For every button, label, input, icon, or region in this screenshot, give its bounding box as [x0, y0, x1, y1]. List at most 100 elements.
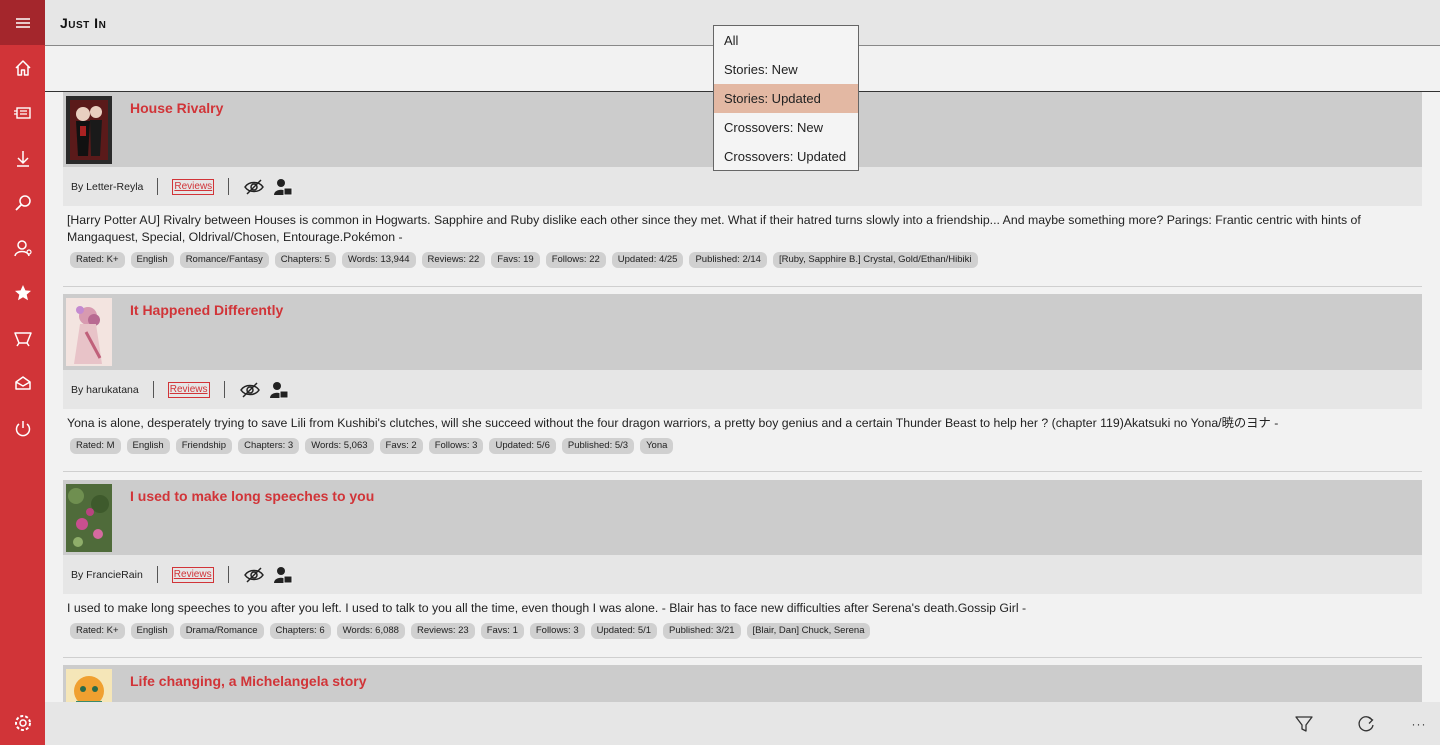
- tag-favs: Favs: 1: [480, 623, 524, 639]
- nav-shop[interactable]: [0, 315, 45, 360]
- basket-icon: [13, 331, 32, 346]
- news-icon: [13, 106, 31, 119]
- story-header: It Happened Differently: [63, 294, 1422, 370]
- download-icon: [16, 150, 29, 167]
- filter-icon: [1295, 716, 1313, 732]
- filter-option-stories-new[interactable]: Stories: New: [714, 55, 858, 84]
- divider: [156, 566, 158, 583]
- story-tags: Rated: M English Friendship Chapters: 3 …: [63, 432, 1422, 454]
- user-badge-icon: [273, 566, 293, 583]
- nav-settings[interactable]: [0, 700, 45, 745]
- tag-rating: Rated: M: [70, 438, 121, 454]
- eye-off-icon: [243, 566, 264, 583]
- story-cover-image[interactable]: [66, 96, 112, 164]
- settings-icon: [14, 714, 31, 731]
- story-divider: [63, 471, 1422, 472]
- hide-story-button[interactable]: [243, 564, 265, 586]
- story-title[interactable]: House Rivalry: [130, 100, 223, 116]
- tag-chapters: Chapters: 5: [274, 252, 336, 268]
- filter-dropdown[interactable]: All Stories: New Stories: Updated Crosso…: [713, 25, 859, 171]
- filter-option-crossovers-new[interactable]: Crossovers: New: [714, 113, 858, 142]
- tag-reviews: Reviews: 22: [421, 252, 486, 268]
- tag-characters: [Blair, Dan] Chuck, Serena: [746, 623, 871, 639]
- tag-favs: Favs: 19: [491, 252, 540, 268]
- filter-button[interactable]: [1292, 712, 1316, 736]
- tag-follows: Follows: 22: [545, 252, 606, 268]
- nav-inbox[interactable]: [0, 360, 45, 405]
- filter-option-all[interactable]: All: [714, 26, 858, 55]
- story-header: I used to make long speeches to you: [63, 480, 1422, 555]
- story-author[interactable]: By FrancieRain: [71, 569, 143, 581]
- inbox-icon: [14, 375, 31, 390]
- tag-characters: [Ruby, Sapphire B.] Crystal, Gold/Ethan/…: [772, 252, 978, 268]
- tag-updated: Updated: 5/1: [590, 623, 658, 639]
- tag-language: English: [130, 623, 174, 639]
- reviews-button[interactable]: Reviews: [172, 178, 215, 195]
- nav-search[interactable]: [0, 180, 45, 225]
- page-title: Just In: [60, 15, 107, 31]
- story-tags: Rated: K+ English Romance/Fantasy Chapte…: [63, 246, 1422, 268]
- search-icon: [14, 194, 31, 211]
- story-title[interactable]: It Happened Differently: [130, 302, 283, 318]
- story-author[interactable]: By Letter-Reyla: [71, 181, 143, 193]
- reviews-button[interactable]: Reviews: [171, 566, 214, 583]
- story-divider: [63, 657, 1422, 658]
- tag-rating: Rated: K+: [70, 623, 125, 639]
- nav-downloads[interactable]: [0, 135, 45, 180]
- nav-news[interactable]: [0, 90, 45, 135]
- tag-published: Published: 2/14: [689, 252, 767, 268]
- tag-words: Words: 6,088: [336, 623, 405, 639]
- story-meta-row: By Letter-Reyla Reviews: [63, 167, 1422, 206]
- story-title[interactable]: I used to make long speeches to you: [130, 488, 374, 504]
- tag-chapters: Chapters: 6: [269, 623, 331, 639]
- tag-language: English: [130, 252, 174, 268]
- tag-language: English: [126, 438, 170, 454]
- filter-option-crossovers-updated[interactable]: Crossovers: Updated: [714, 142, 858, 171]
- story-cover-image[interactable]: [66, 484, 112, 552]
- story-divider: [63, 286, 1422, 287]
- tag-updated: Updated: 4/25: [611, 252, 684, 268]
- menu-icon: [15, 17, 30, 28]
- tag-genre: Romance/Fantasy: [179, 252, 269, 268]
- app-window: Just In House Rivalry By Letter-Reyla Re…: [0, 0, 1440, 745]
- divider: [152, 381, 154, 398]
- power-icon: [15, 420, 30, 436]
- story-description: I used to make long speeches to you afte…: [67, 601, 1027, 615]
- more-button[interactable]: ···: [1407, 712, 1431, 736]
- story-meta-row: By harukatana Reviews: [63, 370, 1422, 409]
- tag-rating: Rated: K+: [70, 252, 125, 268]
- more-icon: ···: [1411, 717, 1427, 731]
- menu-button[interactable]: [0, 0, 45, 45]
- story-list[interactable]: House Rivalry By Letter-Reyla Reviews [H…: [45, 92, 1440, 702]
- follow-author-button[interactable]: [272, 176, 294, 198]
- divider: [227, 566, 229, 583]
- divider: [223, 381, 225, 398]
- tag-genre: Drama/Romance: [179, 623, 264, 639]
- refresh-icon: [1358, 716, 1374, 732]
- story-description: [Harry Potter AU] Rivalry between Houses…: [67, 213, 1361, 244]
- divider: [228, 178, 230, 195]
- nav-favorites[interactable]: [0, 270, 45, 315]
- hide-story-button[interactable]: [239, 379, 261, 401]
- nav-logout[interactable]: [0, 405, 45, 450]
- follow-author-button[interactable]: [268, 379, 290, 401]
- reviews-button[interactable]: Reviews: [167, 381, 210, 398]
- story-cover-image[interactable]: [66, 298, 112, 366]
- tag-follows: Follows: 3: [428, 438, 484, 454]
- filter-option-stories-updated[interactable]: Stories: Updated: [714, 84, 858, 113]
- story-title[interactable]: Life changing, a Michelangela story: [130, 673, 367, 689]
- user-badge-icon: [274, 178, 293, 195]
- hide-story-button[interactable]: [243, 176, 265, 198]
- refresh-button[interactable]: [1354, 712, 1378, 736]
- story-card: Life changing, a Michelangela story: [63, 665, 1422, 702]
- tag-reviews: Reviews: 23: [410, 623, 475, 639]
- tag-words: Words: 13,944: [341, 252, 416, 268]
- story-author[interactable]: By harukatana: [71, 384, 139, 396]
- user-icon: [13, 239, 32, 256]
- eye-off-icon: [244, 178, 265, 195]
- tag-follows: Follows: 3: [529, 623, 585, 639]
- nav-profile[interactable]: [0, 225, 45, 270]
- story-cover-image[interactable]: [66, 669, 112, 702]
- follow-author-button[interactable]: [272, 564, 294, 586]
- nav-home[interactable]: [0, 45, 45, 90]
